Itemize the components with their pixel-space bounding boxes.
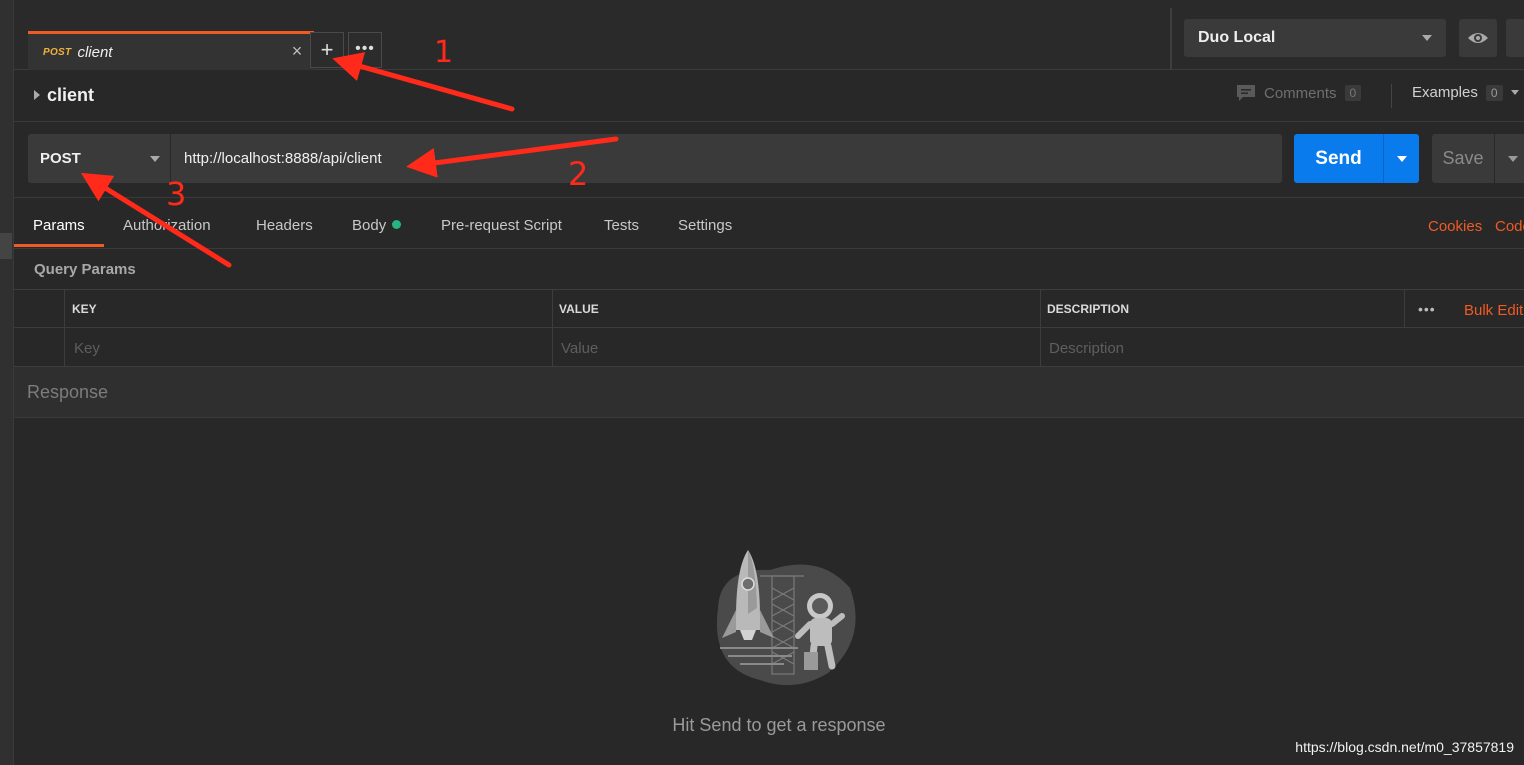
tab-tests[interactable]: Tests	[604, 217, 639, 234]
request-header: client Comments 0 Examples 0	[14, 70, 1524, 122]
rocket-astronaut-illustration	[716, 550, 856, 686]
key-input[interactable]: Key	[74, 340, 100, 357]
description-input[interactable]: Description	[1049, 340, 1124, 357]
chevron-down-icon	[1508, 156, 1518, 162]
comments-label: Comments	[1264, 84, 1337, 102]
column-header-value: VALUE	[559, 302, 599, 316]
send-options-button[interactable]	[1383, 134, 1419, 183]
column-header-description: DESCRIPTION	[1047, 302, 1130, 316]
method-select[interactable]: POST	[28, 134, 170, 183]
environment-label: Duo Local	[1198, 29, 1276, 46]
request-title: client	[47, 85, 95, 105]
method-label: POST	[40, 150, 81, 167]
divider	[1391, 84, 1392, 108]
chevron-down-icon	[150, 156, 160, 162]
close-icon[interactable]: ×	[288, 42, 306, 60]
table-header-row	[14, 290, 1524, 328]
response-header: Response	[14, 367, 1524, 418]
environment-quick-look-button[interactable]	[1459, 19, 1497, 57]
tab-headers[interactable]: Headers	[256, 217, 313, 234]
comments-count: 0	[1344, 85, 1362, 101]
more-tabs-button[interactable]: •••	[348, 32, 382, 68]
new-tab-button[interactable]: +	[310, 32, 344, 68]
gear-icon	[1506, 19, 1524, 57]
tab-settings[interactable]: Settings	[678, 217, 732, 234]
postman-window: POST client × + ••• Duo Local client Com…	[0, 0, 1524, 765]
url-input[interactable]	[171, 134, 1282, 183]
query-params-title: Query Params	[34, 261, 136, 278]
bulk-edit-link[interactable]: Bulk Edit	[1464, 302, 1523, 319]
send-button[interactable]: Send	[1294, 134, 1383, 183]
url-bar: POST Send Save	[14, 122, 1524, 198]
save-button[interactable]: Save	[1432, 134, 1494, 183]
value-input[interactable]: Value	[561, 340, 598, 357]
cookies-link[interactable]: Cookies	[1428, 218, 1482, 235]
column-divider	[1404, 290, 1405, 328]
tab-name: client	[77, 43, 113, 61]
environment-select[interactable]: Duo Local	[1184, 19, 1446, 57]
tab-body-label: Body	[352, 217, 387, 234]
left-rail-marker	[0, 233, 12, 259]
chevron-down-icon	[1422, 35, 1432, 41]
settings-button[interactable]	[1506, 19, 1524, 57]
active-tab-indicator	[14, 244, 104, 247]
examples-count: 0	[1485, 84, 1503, 101]
examples-button[interactable]: Examples 0	[1412, 84, 1519, 101]
tab-body[interactable]: Body	[352, 217, 402, 234]
left-rail	[0, 0, 14, 765]
request-tabs: Params Authorization Headers Body Pre-re…	[14, 198, 1524, 249]
code-link[interactable]: Code	[1495, 218, 1524, 235]
table-more-button[interactable]: •••	[1418, 301, 1436, 317]
tab-bar: POST client × + ••• Duo Local	[14, 0, 1524, 70]
column-divider	[1040, 290, 1041, 367]
comment-icon	[1237, 85, 1255, 101]
tab-authorization[interactable]: Authorization	[123, 217, 211, 234]
eye-icon	[1468, 33, 1488, 43]
tab-method: POST	[43, 46, 72, 58]
response-title: Response	[27, 382, 109, 402]
column-header-key: KEY	[72, 302, 97, 316]
tab-pre-request-script[interactable]: Pre-request Script	[441, 217, 562, 234]
save-options-button[interactable]	[1495, 134, 1524, 183]
response-hint: Hit Send to get a response	[672, 715, 886, 735]
request-tab[interactable]: POST client ×	[28, 31, 314, 70]
column-divider	[552, 290, 553, 367]
chevron-right-icon[interactable]	[34, 90, 40, 100]
column-divider	[64, 290, 65, 367]
divider	[1170, 8, 1172, 70]
response-body: Hit Send to get a response https://blog.…	[14, 418, 1524, 765]
examples-label: Examples	[1412, 84, 1478, 101]
chevron-down-icon	[1397, 156, 1407, 162]
query-params-table: KEY VALUE DESCRIPTION ••• Bulk Edit Key …	[14, 289, 1524, 367]
body-indicator-dot	[392, 220, 402, 229]
watermark: https://blog.csdn.net/m0_37857819	[1295, 739, 1514, 755]
chevron-down-icon	[1510, 90, 1519, 95]
tab-params[interactable]: Params	[33, 217, 85, 234]
comments-button[interactable]: Comments 0	[1236, 84, 1362, 102]
